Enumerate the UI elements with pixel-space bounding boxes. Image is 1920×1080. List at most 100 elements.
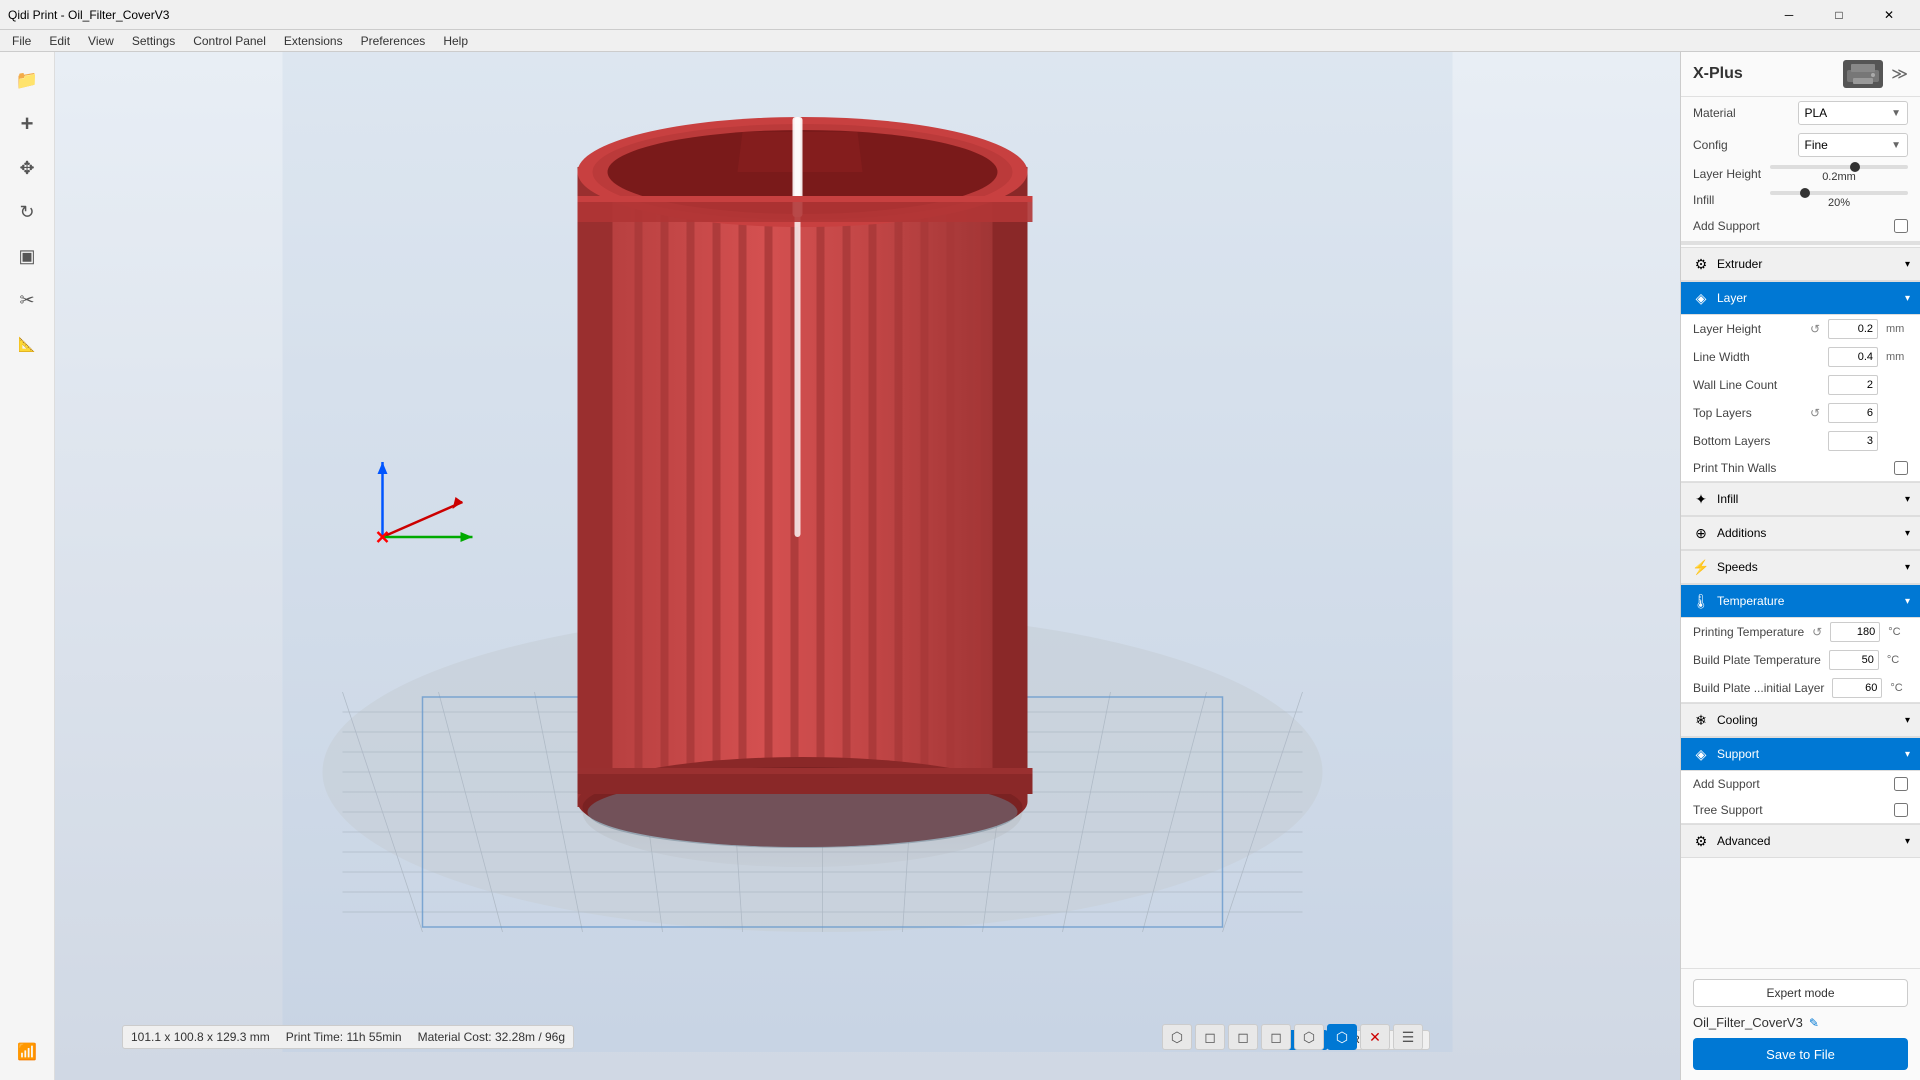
menu-settings[interactable]: Settings	[124, 32, 183, 50]
file-name-row: Oil_Filter_CoverV3 ✎	[1693, 1015, 1908, 1030]
menu-file[interactable]: File	[4, 32, 39, 50]
support-section-header[interactable]: ◈ Support ▾	[1681, 737, 1920, 771]
bottom-save-panel: Expert mode Oil_Filter_CoverV3 ✎ Save to…	[1681, 968, 1920, 1080]
dimensions-label: 101.1 x 100.8 x 129.3 mm	[131, 1030, 270, 1044]
printing-temp-row: Printing Temperature ↺ °C	[1681, 618, 1920, 646]
tree-support-checkbox[interactable]	[1894, 803, 1908, 817]
build-plate-temp-label: Build Plate Temperature	[1693, 653, 1821, 667]
bottom-layers-row: Bottom Layers	[1681, 427, 1920, 455]
layer-height-input[interactable]	[1828, 319, 1878, 339]
top-layers-input[interactable]	[1828, 403, 1878, 423]
build-plate-temp-input[interactable]	[1829, 650, 1879, 670]
top-layers-label: Top Layers	[1693, 406, 1802, 420]
expert-mode-button[interactable]: Expert mode	[1693, 979, 1908, 1007]
print-thin-walls-checkbox[interactable]	[1894, 461, 1908, 475]
print-thin-walls-label: Print Thin Walls	[1693, 461, 1886, 475]
speeds-section-header[interactable]: ⚡ Speeds ▾	[1681, 550, 1920, 584]
add-support-quick-label: Add Support	[1693, 219, 1886, 233]
printing-temp-input[interactable]	[1830, 622, 1880, 642]
extruder-section-header[interactable]: ⚙ Extruder ▾	[1681, 247, 1920, 281]
minimize-button[interactable]: ─	[1766, 0, 1812, 30]
material-dropdown-arrow: ▼	[1891, 108, 1901, 119]
wifi-button[interactable]: 📶	[7, 1032, 47, 1072]
top-layers-reset-icon[interactable]: ↺	[1810, 406, 1820, 420]
edit-filename-icon[interactable]: ✎	[1809, 1016, 1819, 1030]
viewport[interactable]: Solid X-Ray Layer 101.1 x 100.8 x 129.3 …	[55, 52, 1680, 1080]
printing-temp-unit: °C	[1888, 626, 1908, 638]
temperature-icon: 🌡	[1691, 591, 1711, 611]
layers-tool-button[interactable]: ▣	[7, 236, 47, 276]
printing-temp-reset[interactable]: ↺	[1812, 625, 1822, 639]
delete-button[interactable]: ✕	[1360, 1024, 1390, 1050]
build-plate-initial-unit: °C	[1890, 682, 1908, 694]
print-time-label: Print Time: 11h 55min	[286, 1030, 402, 1044]
speeds-arrow: ▾	[1905, 562, 1910, 573]
window-controls: ─ □ ✕	[1766, 0, 1912, 30]
window-title: Qidi Print - Oil_Filter_CoverV3	[8, 8, 169, 22]
cut-tool-button[interactable]: ✂	[7, 280, 47, 320]
close-button[interactable]: ✕	[1866, 0, 1912, 30]
infill-track	[1770, 191, 1908, 195]
wall-line-count-input[interactable]	[1828, 375, 1878, 395]
build-plate-initial-input[interactable]	[1832, 678, 1882, 698]
layer-height-quick-label: Layer Height	[1693, 167, 1762, 181]
menu-control-panel[interactable]: Control Panel	[185, 32, 274, 50]
printing-temp-label: Printing Temperature	[1693, 625, 1804, 639]
infill-section-header[interactable]: ✦ Infill ▾	[1681, 482, 1920, 516]
add-support-row: Add Support	[1681, 771, 1920, 797]
advanced-section-title: Advanced	[1717, 834, 1905, 848]
active-view-button[interactable]: ⬡	[1327, 1024, 1357, 1050]
infill-slider-container: 20%	[1770, 191, 1908, 209]
divider1	[1681, 241, 1920, 245]
infill-quick-label: Infill	[1693, 193, 1762, 207]
model-svg	[55, 52, 1680, 1052]
infill-display: 20%	[1770, 197, 1908, 209]
menu-preferences[interactable]: Preferences	[353, 32, 434, 50]
menu-help[interactable]: Help	[435, 32, 476, 50]
line-width-input[interactable]	[1828, 347, 1878, 367]
advanced-section-header[interactable]: ⚙ Advanced ▾	[1681, 824, 1920, 858]
material-select[interactable]: PLA ▼	[1798, 101, 1909, 125]
open-folder-button[interactable]: 📁	[7, 60, 47, 100]
add-support-quick-checkbox[interactable]	[1894, 219, 1908, 233]
perspective-view-button[interactable]: ⬡	[1162, 1024, 1192, 1050]
move-tool-button[interactable]: ✥	[7, 148, 47, 188]
config-row: Config Fine ▼	[1681, 129, 1920, 161]
maximize-button[interactable]: □	[1816, 0, 1862, 30]
tree-support-row: Tree Support	[1681, 797, 1920, 823]
print-thin-walls-row: Print Thin Walls	[1681, 455, 1920, 481]
file-name-label: Oil_Filter_CoverV3	[1693, 1015, 1803, 1030]
iso-view-button[interactable]: ⬡	[1294, 1024, 1324, 1050]
layer-height-quick-row: Layer Height 0.2mm	[1681, 161, 1920, 187]
cooling-icon: ❄	[1691, 710, 1711, 730]
arrange-button[interactable]: ☰	[1393, 1024, 1423, 1050]
additions-section-header[interactable]: ⊕ Additions ▾	[1681, 516, 1920, 550]
bottom-layers-input[interactable]	[1828, 431, 1878, 451]
config-select[interactable]: Fine ▼	[1798, 133, 1909, 157]
save-to-file-button[interactable]: Save to File	[1693, 1038, 1908, 1070]
top-view-button[interactable]: ◻	[1261, 1024, 1291, 1050]
add-object-button[interactable]: +	[7, 104, 47, 144]
measure-tool-button[interactable]: 📐	[7, 324, 47, 364]
support-icon: ◈	[1691, 744, 1711, 764]
cooling-section-header[interactable]: ❄ Cooling ▾	[1681, 703, 1920, 737]
add-support-checkbox[interactable]	[1894, 777, 1908, 791]
temperature-section-header[interactable]: 🌡 Temperature ▾	[1681, 584, 1920, 618]
menu-view[interactable]: View	[80, 32, 122, 50]
layer-height-track	[1770, 165, 1908, 169]
rotate-tool-button[interactable]: ↻	[7, 192, 47, 232]
layer-section-header[interactable]: ◈ Layer ▾	[1681, 281, 1920, 315]
layer-settings: Layer Height ↺ mm Line Width mm Wall Lin…	[1681, 315, 1920, 482]
front-view-button[interactable]: ◻	[1195, 1024, 1225, 1050]
expand-panel-button[interactable]: ≫	[1891, 64, 1908, 84]
menu-extensions[interactable]: Extensions	[276, 32, 351, 50]
layer-height-thumb[interactable]	[1850, 162, 1860, 172]
printer-name: X-Plus	[1693, 65, 1743, 83]
infill-icon: ✦	[1691, 489, 1711, 509]
layer-height-reset-icon[interactable]: ↺	[1810, 322, 1820, 336]
add-support-label: Add Support	[1693, 777, 1886, 791]
wall-line-count-row: Wall Line Count	[1681, 371, 1920, 399]
layer-height-detail-label: Layer Height	[1693, 322, 1802, 336]
menu-edit[interactable]: Edit	[41, 32, 78, 50]
right-view-button[interactable]: ◻	[1228, 1024, 1258, 1050]
